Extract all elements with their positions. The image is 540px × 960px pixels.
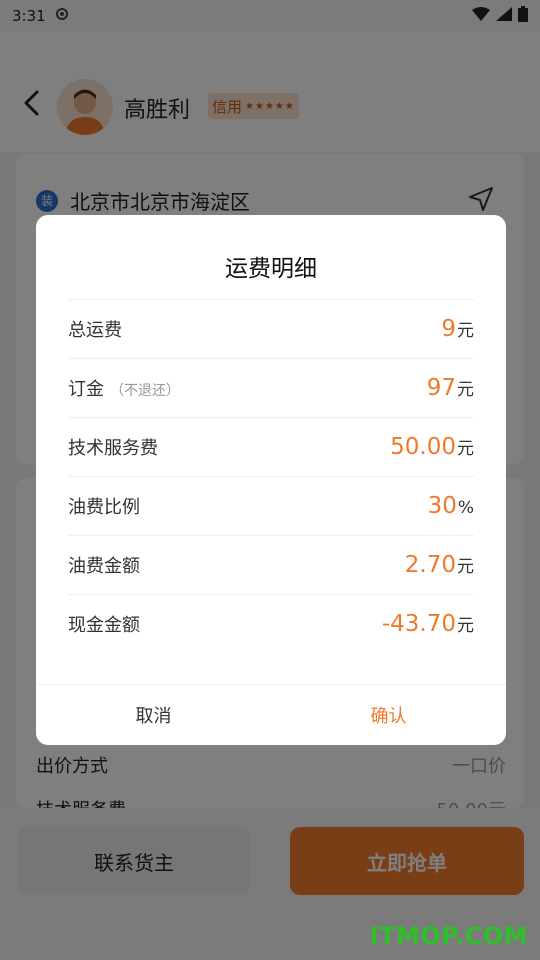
dialog-footer: 取消 确认: [36, 684, 506, 745]
detail-label: 总运费: [68, 320, 122, 341]
detail-row-fuel-ratio: 油费比例 30%: [68, 476, 474, 535]
dialog-title: 运费明细: [225, 256, 317, 282]
detail-value: 30%: [427, 493, 474, 519]
detail-row-deposit: 订金 （不退还） 97 元: [68, 358, 474, 417]
detail-list: 总运费 9元 订金 （不退还） 97 元 技术服务费 50.00 元 油费比例 30%…: [68, 299, 474, 653]
detail-label: 油费金额: [68, 556, 140, 577]
site-watermark: ITMOP.COM: [369, 922, 528, 950]
detail-row-total-freight: 总运费 9元: [68, 299, 474, 358]
detail-value: -43.70 元: [381, 611, 474, 637]
non-refundable-note: （不退还）: [110, 383, 180, 399]
detail-row-fuel-amount: 油费金额 2.70 元: [68, 535, 474, 594]
confirm-button[interactable]: 确认: [271, 685, 506, 745]
detail-label: 现金金额: [68, 615, 140, 636]
detail-label: 技术服务费: [68, 438, 158, 459]
detail-value: 50.00 元: [390, 434, 474, 460]
detail-value: 97 元: [426, 375, 474, 401]
detail-value: 9元: [441, 316, 474, 342]
detail-row-service-fee: 技术服务费 50.00 元: [68, 417, 474, 476]
detail-label: 订金 （不退还）: [68, 379, 180, 400]
detail-row-cash-amount: 现金金额 -43.70 元: [68, 594, 474, 653]
detail-label: 油费比例: [68, 497, 140, 518]
cancel-button[interactable]: 取消: [36, 685, 271, 745]
detail-value: 2.70 元: [404, 552, 474, 578]
freight-detail-dialog: 运费明细 总运费 9元 订金 （不退还） 97 元 技术服务费 50.00 元 油费比…: [36, 215, 506, 745]
